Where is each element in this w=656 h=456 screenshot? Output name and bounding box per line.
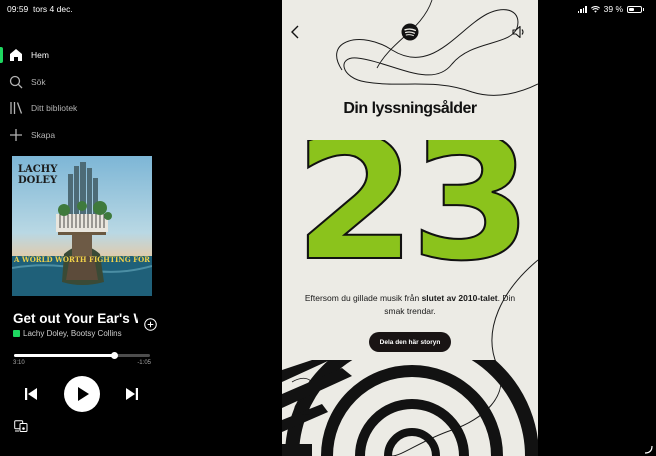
status-date: tors 4 dec. bbox=[33, 4, 73, 14]
progress-fill bbox=[14, 354, 115, 357]
status-bar: 09:59 tors 4 dec. 39 % bbox=[0, 0, 656, 18]
battery-percent: 39 % bbox=[603, 4, 623, 14]
resize-handle-icon bbox=[644, 445, 653, 454]
sidebar-item-label: Ditt bibliotek bbox=[31, 103, 78, 114]
library-icon bbox=[10, 102, 23, 114]
album-art-image: LACHY DOLEY A WORLD WORTH FIGHTING FOR bbox=[12, 156, 152, 296]
elapsed-time: 3:10 bbox=[13, 360, 25, 366]
home-icon bbox=[10, 49, 22, 61]
story-heading: Din lyssningsålder bbox=[343, 100, 477, 117]
status-time: 09:59 tors 4 dec. bbox=[7, 4, 73, 14]
age-value: 23 bbox=[294, 140, 526, 266]
add-to-library-icon[interactable] bbox=[144, 318, 157, 331]
track-title[interactable]: Get out Your Ear's Way bbox=[13, 311, 138, 326]
wrapped-story-card[interactable]: Din lyssningsålder 23 Eftersom du gillad… bbox=[282, 0, 538, 456]
sidebar-nav: Hem Sök Ditt bibliotek Skapa bbox=[0, 42, 164, 148]
track-artists-text: Lachy Doley, Bootsy Collins bbox=[23, 329, 122, 338]
share-story-button[interactable]: Dela den här storyn bbox=[369, 332, 451, 352]
cellular-signal-icon bbox=[577, 5, 587, 13]
sidebar-item-home[interactable]: Hem bbox=[0, 42, 164, 69]
svg-text:DOLEY: DOLEY bbox=[18, 175, 58, 186]
playback-progress-bar[interactable] bbox=[14, 352, 150, 359]
cover-artist-text: LACHY bbox=[18, 164, 58, 175]
sidebar: Hem Sök Ditt bibliotek Skapa LACHY DOLEY… bbox=[0, 0, 164, 456]
connect-device-icon[interactable] bbox=[14, 420, 28, 432]
track-artists[interactable]: Lachy Doley, Bootsy Collins bbox=[13, 329, 122, 338]
decade-highlight: slutet av 2010-talet bbox=[421, 293, 498, 303]
back-arrow-icon[interactable] bbox=[290, 25, 300, 39]
cover-album-text: A WORLD WORTH FIGHTING FOR bbox=[13, 255, 150, 264]
search-icon bbox=[9, 75, 23, 88]
wifi-icon bbox=[590, 5, 600, 13]
plus-icon bbox=[10, 128, 22, 141]
sidebar-item-label: Hem bbox=[31, 50, 49, 61]
next-track-icon[interactable] bbox=[125, 387, 139, 401]
spotify-logo-icon bbox=[401, 23, 419, 41]
sidebar-item-label: Sök bbox=[31, 76, 46, 87]
sidebar-item-create[interactable]: Skapa bbox=[0, 122, 164, 149]
listening-age-number: 23 bbox=[293, 140, 533, 266]
sidebar-item-search[interactable]: Sök bbox=[0, 69, 164, 96]
previous-track-icon[interactable] bbox=[24, 387, 38, 401]
downloaded-icon bbox=[13, 330, 20, 337]
speaker-icon[interactable] bbox=[512, 25, 526, 39]
album-cover[interactable]: LACHY DOLEY A WORLD WORTH FIGHTING FOR bbox=[12, 156, 152, 296]
sidebar-item-library[interactable]: Ditt bibliotek bbox=[0, 95, 164, 122]
progress-handle[interactable] bbox=[111, 352, 119, 359]
active-indicator bbox=[0, 47, 3, 63]
story-description: Eftersom du gillade musik från slutet av… bbox=[304, 293, 516, 316]
decorative-arc-pattern bbox=[282, 360, 538, 456]
battery-icon bbox=[627, 5, 644, 13]
play-icon bbox=[78, 387, 89, 401]
sidebar-item-label: Skapa bbox=[31, 129, 56, 140]
remaining-time: -1:05 bbox=[137, 360, 151, 366]
play-button[interactable] bbox=[64, 376, 100, 412]
